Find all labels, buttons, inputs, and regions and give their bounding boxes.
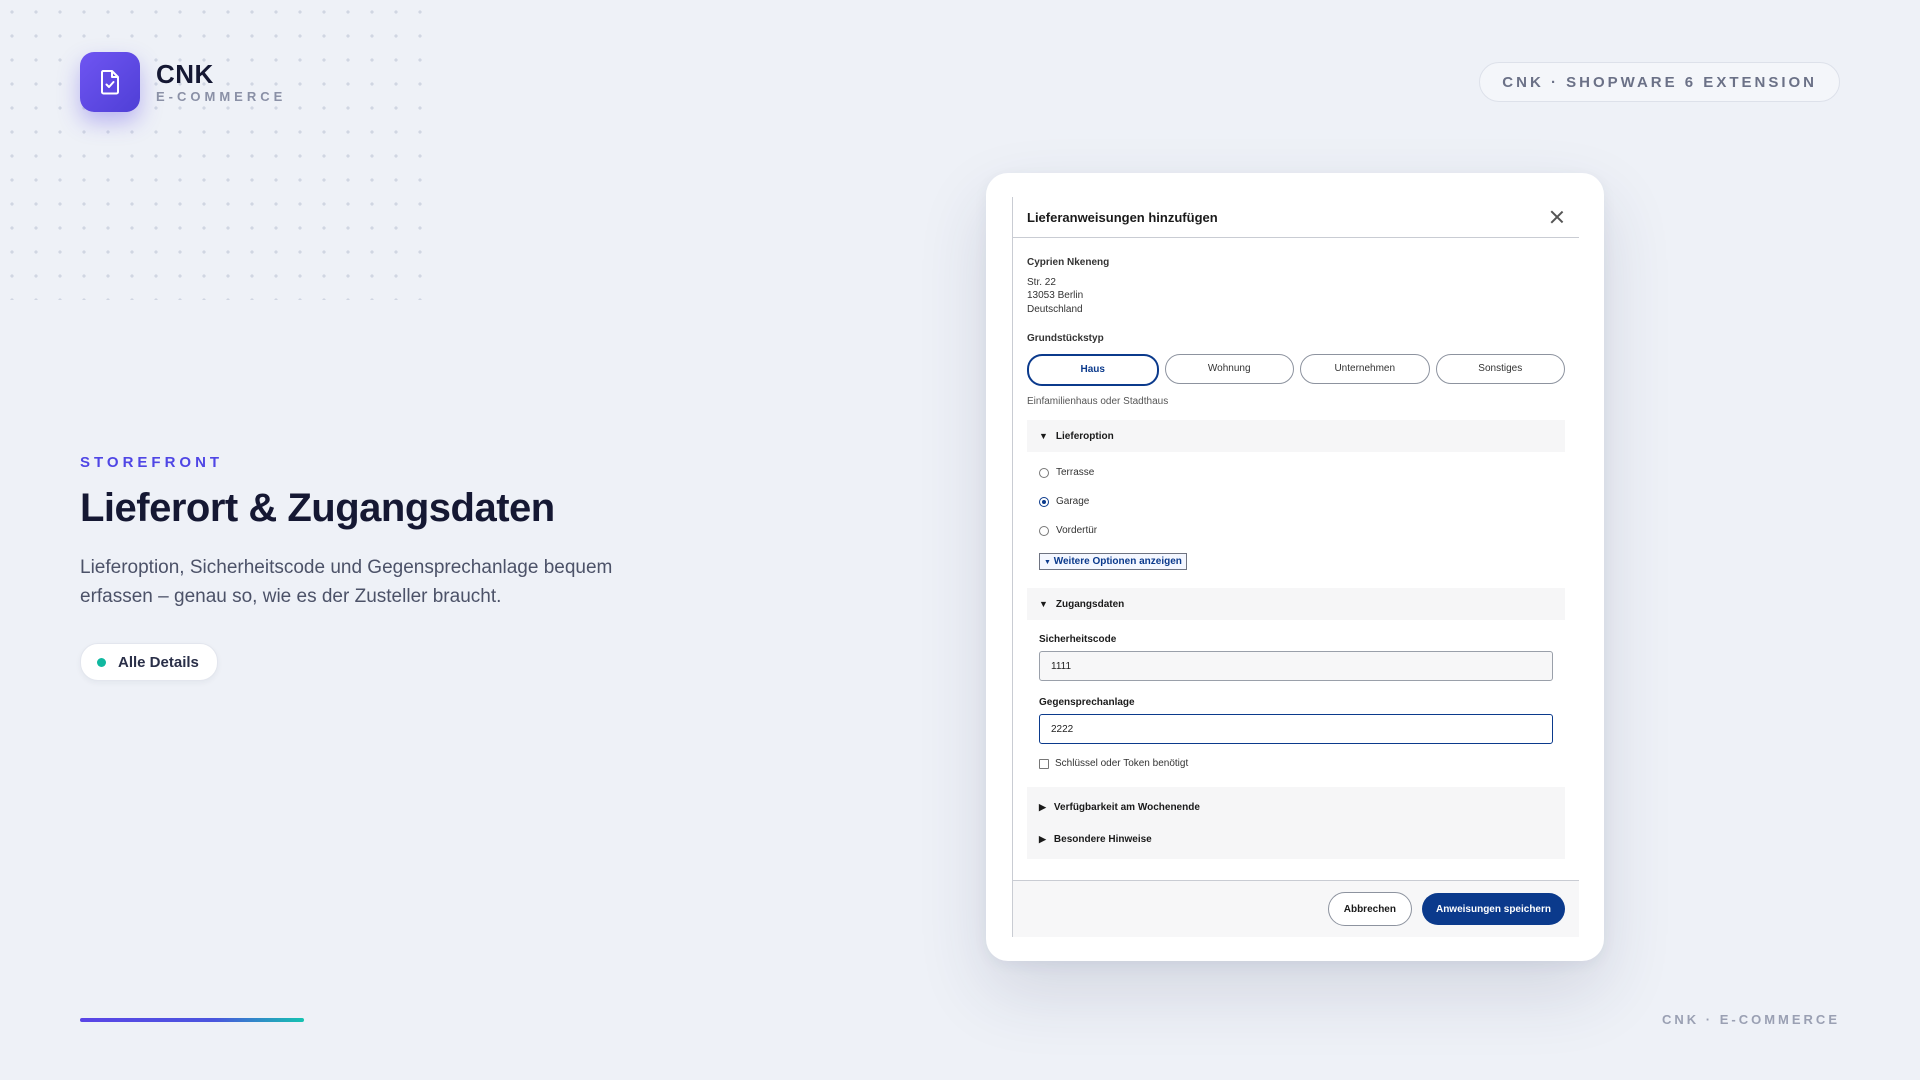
radio-label: Vordertür xyxy=(1056,525,1098,536)
more-options-button[interactable]: ▼ Weitere Optionen anzeigen xyxy=(1039,553,1187,570)
lead-text: Lieferoption, Sicherheitscode und Gegens… xyxy=(80,557,613,607)
address-country: Deutschland xyxy=(1027,303,1083,315)
property-type-selector: Haus Wohnung Unternehmen Sonstiges xyxy=(1027,353,1565,386)
property-type-wohnung[interactable]: Wohnung xyxy=(1164,353,1294,384)
property-type-haus[interactable]: Haus xyxy=(1027,353,1159,386)
delivery-instructions-modal: Lieferanweisungen hinzufügen Cyprien Nke… xyxy=(1012,197,1579,937)
radio-button-selected[interactable] xyxy=(1039,496,1049,507)
dot-pattern xyxy=(0,0,430,300)
caret-right-icon: ▶ xyxy=(1039,833,1046,844)
collapsed-sections: ▶ Verfügbarkeit am Wochenende ▶ Besonder… xyxy=(1027,787,1565,859)
brand-subtitle: E-COMMERCE xyxy=(156,89,287,104)
modal-header: Lieferanweisungen hinzufügen xyxy=(1013,197,1579,238)
section-zugangsdaten-label: Zugangsdaten xyxy=(1055,598,1125,610)
address-city: 13053 Berlin xyxy=(1027,290,1084,301)
caret-right-icon: ▶ xyxy=(1039,801,1046,812)
radio-label: Garage xyxy=(1056,496,1090,507)
checkbox[interactable] xyxy=(1039,758,1049,769)
details-button[interactable]: Alle Details xyxy=(80,643,218,681)
section-lieferoption[interactable]: ▼ Lieferoption xyxy=(1027,420,1565,452)
extension-badge: CNK · SHOPWARE 6 EXTENSION xyxy=(1479,62,1840,102)
intercom-input[interactable]: 2222 xyxy=(1039,714,1553,744)
security-code-label: Sicherheitscode xyxy=(1039,634,1117,645)
property-type-label: Grundstückstyp xyxy=(1027,333,1104,344)
status-dot xyxy=(97,657,106,667)
modal-preview-card: Lieferanweisungen hinzufügen Cyprien Nke… xyxy=(986,173,1604,961)
caret-down-icon: ▼ xyxy=(1039,599,1048,609)
section-notes-label: Besondere Hinweise xyxy=(1053,833,1152,845)
section-lieferoption-label: Lieferoption xyxy=(1055,430,1114,442)
cancel-button[interactable]: Abbrechen xyxy=(1327,892,1412,926)
radio-button[interactable] xyxy=(1039,467,1049,478)
property-type-sonstiges[interactable]: Sonstiges xyxy=(1435,353,1565,384)
modal-title: Lieferanweisungen hinzufügen xyxy=(1027,209,1218,225)
key-required-label: Schlüssel oder Token benötigt xyxy=(1055,758,1189,769)
document-check-icon xyxy=(80,52,140,112)
radio-terrasse[interactable]: Terrasse xyxy=(1027,458,1565,487)
caret-down-icon: ▼ xyxy=(1039,431,1048,441)
section-special-notes[interactable]: ▶ Besondere Hinweise xyxy=(1027,823,1565,855)
property-type-hint: Einfamilienhaus oder Stadthaus xyxy=(1027,395,1169,407)
radio-label: Terrasse xyxy=(1056,467,1095,478)
section-weekend-availability[interactable]: ▶ Verfügbarkeit am Wochenende xyxy=(1027,791,1565,823)
more-options-label: Weitere Optionen anzeigen xyxy=(1053,556,1182,567)
modal-footer: Abbrechen Anweisungen speichern xyxy=(1013,880,1579,937)
radio-button[interactable] xyxy=(1039,525,1049,536)
security-code-input[interactable]: 1111 xyxy=(1039,651,1553,681)
brand-logo: CNK E-COMMERCE xyxy=(80,52,286,112)
brand-name: CNK xyxy=(156,59,214,89)
intercom-label: Gegensprechanlage xyxy=(1039,697,1135,708)
section-zugangsdaten[interactable]: ▼ Zugangsdaten xyxy=(1027,588,1565,620)
section-weekend-label: Verfügbarkeit am Wochenende xyxy=(1053,801,1200,813)
radio-garage[interactable]: Garage xyxy=(1027,487,1565,516)
details-button-label: Alle Details xyxy=(118,653,199,671)
key-required-checkbox-row[interactable]: Schlüssel oder Token benötigt xyxy=(1027,758,1565,769)
caret-down-icon: ▼ xyxy=(1044,559,1051,566)
footer-brand: CNK · E-COMMERCE xyxy=(1662,1012,1840,1027)
close-icon[interactable] xyxy=(1549,209,1565,225)
page-title: Lieferort & Zugangsdaten xyxy=(80,486,555,530)
eyebrow-label: STOREFRONT xyxy=(80,454,224,471)
address-name: Cyprien Nkeneng xyxy=(1027,257,1110,268)
progress-bar xyxy=(80,1018,304,1022)
property-type-unternehmen[interactable]: Unternehmen xyxy=(1300,353,1430,384)
address-street: Str. 22 xyxy=(1027,276,1056,288)
radio-vordertuer[interactable]: Vordertür xyxy=(1027,516,1565,545)
save-instructions-button[interactable]: Anweisungen speichern xyxy=(1421,893,1565,925)
